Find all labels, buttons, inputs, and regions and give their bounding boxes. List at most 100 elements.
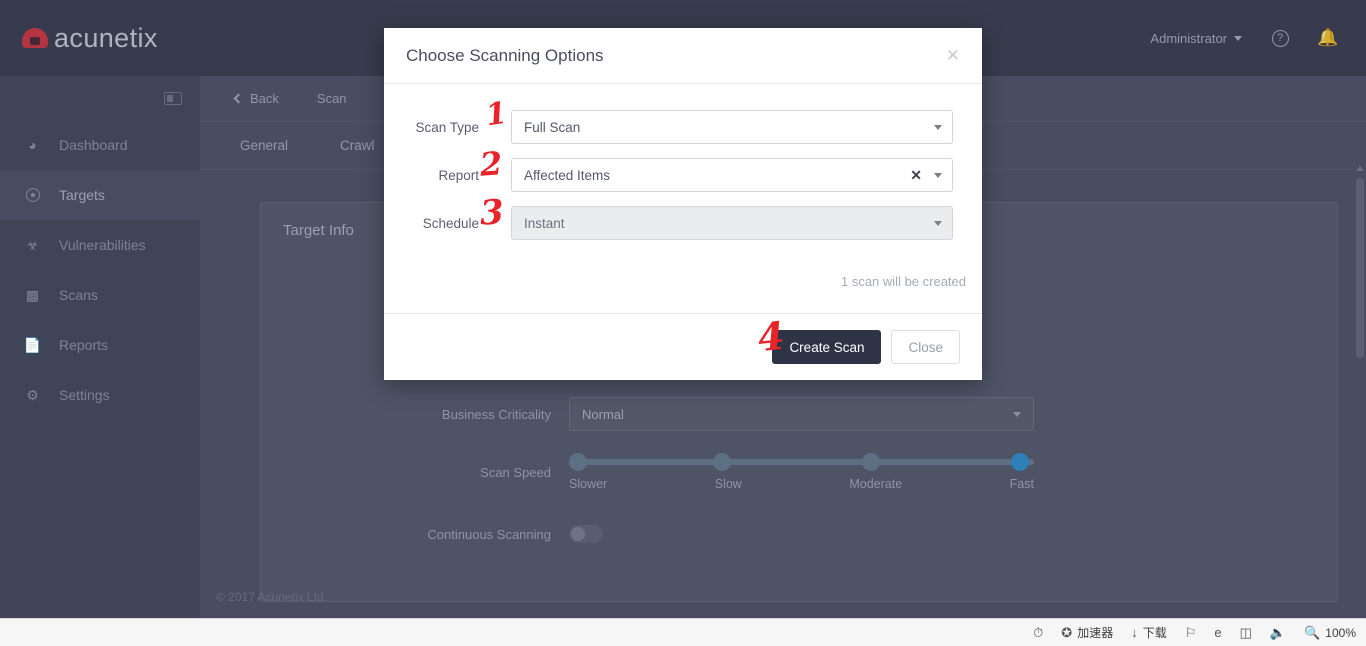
sidebar-item-label: Scans: [59, 287, 98, 303]
sidebar-item-targets[interactable]: Targets: [0, 170, 200, 220]
top-header-actions: Administrator ? 🔔: [1150, 28, 1338, 48]
user-menu-label: Administrator: [1150, 30, 1227, 46]
create-scan-label: Create Scan: [789, 339, 865, 355]
zoom-level-label: 100%: [1325, 625, 1356, 640]
shield-clock-icon[interactable]: ⏱: [1033, 625, 1043, 641]
sidebar-item-settings[interactable]: ⚙ Settings: [0, 370, 200, 420]
sidebar-item-label: Targets: [59, 187, 105, 203]
zoom-item[interactable]: 🔍 100%: [1304, 625, 1356, 641]
slider-label-fast: Fast: [1009, 477, 1034, 491]
business-criticality-value: Normal: [582, 406, 624, 422]
scan-type-label: Scan Type: [415, 119, 479, 135]
slider-label-slower: Slower: [569, 477, 608, 491]
download-label: 下载: [1142, 626, 1167, 640]
report-select[interactable]: Affected Items ✕: [511, 158, 953, 192]
slider-stop-slower[interactable]: [569, 453, 588, 471]
bug-icon: ☣: [26, 236, 39, 253]
chevron-down-icon: [934, 124, 942, 130]
clear-icon[interactable]: ✕: [910, 168, 922, 182]
report-row: Report Affected Items ✕: [384, 158, 982, 192]
chevron-down-icon: [1234, 35, 1242, 41]
sidebar-item-reports[interactable]: 📄 Reports: [0, 320, 200, 370]
slider-label-slow: Slow: [714, 477, 742, 491]
scan-button[interactable]: Scan: [300, 84, 364, 114]
scanning-options-modal: Choose Scanning Options ✕ Scan Type Full…: [384, 28, 982, 380]
target-icon: [24, 187, 41, 204]
help-icon[interactable]: ?: [1270, 28, 1290, 48]
modal-title: Choose Scanning Options: [406, 45, 604, 65]
tab-label: Crawl: [340, 138, 375, 153]
acunetix-logo-icon: [22, 28, 48, 48]
footer-copyright: © 2017 Acunetix Ltd.: [216, 590, 327, 604]
flag-icon[interactable]: ⚐: [1185, 625, 1197, 641]
rocket-icon: ✪: [1061, 624, 1073, 640]
scan-type-value: Full Scan: [524, 119, 581, 135]
edge-icon[interactable]: e: [1214, 625, 1221, 640]
scan-count-note: 1 scan will be created: [840, 274, 966, 289]
chevron-left-icon: [233, 93, 244, 104]
back-button[interactable]: Back: [218, 84, 296, 114]
continuous-scanning-label: Continuous Scanning: [427, 526, 551, 542]
scroll-up-icon[interactable]: [1356, 166, 1364, 171]
sidebar-item-label: Vulnerabilities: [59, 237, 146, 253]
sidebar-item-scans[interactable]: ▩ Scans: [0, 270, 200, 320]
zoom-icon: 🔍: [1304, 624, 1321, 640]
scan-type-row: Scan Type Full Scan: [384, 110, 982, 144]
back-button-label: Back: [250, 91, 279, 106]
collapse-sidebar-icon: [164, 91, 182, 105]
accelerator-item[interactable]: ✪ 加速器: [1061, 624, 1113, 641]
continuous-scanning-row: Continuous Scanning: [261, 525, 1337, 543]
close-button-label: Close: [908, 339, 943, 355]
tab-general[interactable]: General: [218, 123, 310, 169]
schedule-row: Schedule Instant: [384, 206, 982, 240]
report-value: Affected Items: [524, 167, 611, 183]
continuous-scanning-toggle[interactable]: [569, 525, 603, 543]
schedule-select[interactable]: Instant: [511, 206, 953, 240]
create-scan-button[interactable]: Create Scan: [772, 330, 882, 364]
slider-stop-fast[interactable]: [1011, 453, 1030, 471]
scan-speed-slider[interactable]: Slower Slow Moderate Fast: [569, 453, 1034, 491]
download-arrow-icon: ↓: [1131, 625, 1138, 640]
close-button[interactable]: Close: [891, 330, 960, 364]
brand-logo[interactable]: acunetix: [22, 23, 158, 54]
sidebar-item-label: Reports: [59, 337, 109, 353]
user-menu[interactable]: Administrator: [1150, 31, 1242, 46]
bell-icon[interactable]: 🔔: [1317, 28, 1338, 48]
chevron-down-icon: [934, 172, 942, 178]
scan-type-select[interactable]: Full Scan: [511, 110, 953, 144]
slider-stop-slow[interactable]: [713, 453, 732, 471]
scan-button-label: Scan: [316, 91, 347, 106]
business-criticality-select[interactable]: Normal: [569, 397, 1034, 431]
chevron-down-icon: [934, 220, 942, 226]
scan-speed-label: Scan Speed: [480, 464, 551, 480]
business-criticality-label: Business Criticality: [441, 406, 551, 422]
schedule-label: Schedule: [422, 215, 479, 231]
slider-stop-moderate[interactable]: [862, 453, 881, 471]
scrollbar-thumb[interactable]: [1356, 178, 1364, 358]
dashboard-icon: ◕: [28, 137, 37, 153]
modal-body: Scan Type Full Scan Report Affected Item…: [384, 84, 982, 313]
report-label: Report: [438, 167, 479, 183]
browser-status-bar: ⏱ ✪ 加速器 ↓ 下载 ⚐ e ◫ 🔈 🔍 100%: [0, 618, 1366, 646]
speaker-icon[interactable]: 🔈: [1270, 625, 1286, 641]
screen-root: acunetix Administrator ? 🔔 ◕ Dashboard T…: [0, 0, 1366, 646]
sidebar-item-dashboard[interactable]: ◕ Dashboard: [0, 120, 200, 170]
sidebar-item-vulnerabilities[interactable]: ☣ Vulnerabilities: [0, 220, 200, 270]
scan-speed-row: Scan Speed Slower Slow Moderate Fast: [261, 453, 1337, 491]
sidebar-item-label: Settings: [59, 387, 110, 403]
gear-icon: ⚙: [26, 386, 39, 403]
business-criticality-row: Business Criticality Normal: [261, 397, 1337, 431]
download-item[interactable]: ↓ 下载: [1131, 624, 1167, 641]
brand-name: acunetix: [54, 22, 158, 53]
slider-labels: Slower Slow Moderate Fast: [569, 477, 1034, 491]
content-scrollbar[interactable]: [1354, 164, 1366, 618]
slider-track[interactable]: [569, 453, 1034, 471]
chart-bar-icon: ▩: [25, 286, 40, 303]
slider-label-moderate: Moderate: [849, 477, 903, 491]
close-icon[interactable]: ✕: [946, 47, 960, 64]
schedule-value: Instant: [524, 215, 565, 231]
tab-label: General: [240, 138, 289, 153]
accelerator-label: 加速器: [1077, 626, 1114, 640]
window-icon[interactable]: ◫: [1240, 625, 1252, 641]
sidebar-collapse-button[interactable]: [0, 76, 200, 120]
